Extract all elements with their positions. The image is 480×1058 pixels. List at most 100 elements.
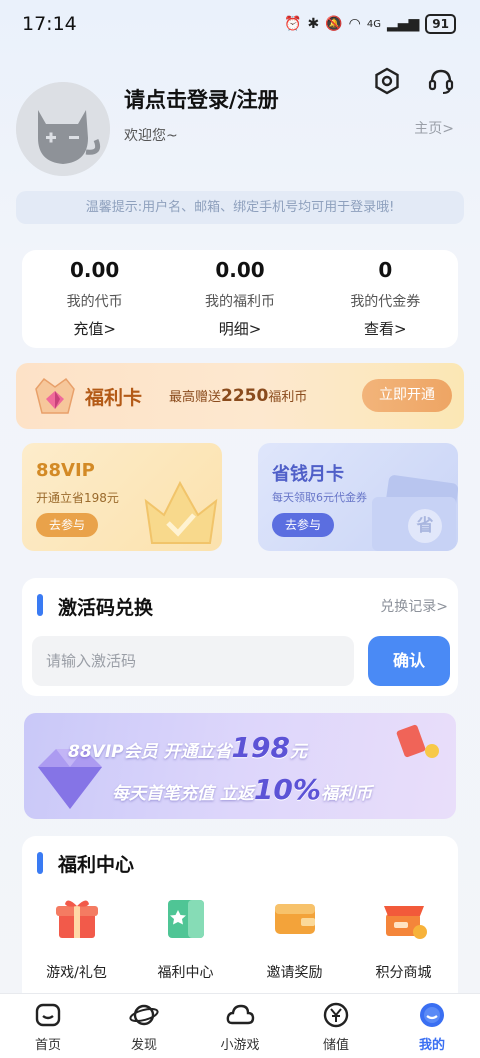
banner-line-vip: 88VIP会员 开通立省198元 <box>68 731 307 764</box>
planet-icon <box>129 1000 159 1030</box>
banner-line2-text: 每天首笔充值 立返 <box>112 784 254 804</box>
vouchers-value: 0 <box>378 258 393 282</box>
banner-line2-number: 10% <box>253 773 321 806</box>
banner-line1-text: 88VIP会员 开通立省 <box>68 742 232 762</box>
yuan-icon <box>321 1000 351 1030</box>
section-accent-bar <box>37 594 43 616</box>
mute-icon: 🔕 <box>325 16 343 32</box>
welfare-coins-value: 0.00 <box>215 258 265 282</box>
wallet-vouchers[interactable]: 0 我的代金券 查看> <box>313 250 458 348</box>
welfare-title: 福利中心 <box>58 854 135 876</box>
login-tip: 温馨提示:用户名、邮箱、绑定手机号均可用于登录哦! <box>16 191 464 224</box>
welfare-item-label: 邀请奖励 <box>266 965 323 981</box>
tab-mini-games[interactable]: 小游戏 <box>192 994 288 1058</box>
book-star-icon <box>167 900 204 938</box>
tokens-label: 我的代币 <box>66 294 123 310</box>
headset-icon <box>428 69 454 94</box>
vip-title: 88VIP <box>36 460 95 481</box>
battery-level: 91 <box>425 14 456 34</box>
section-accent-bar <box>37 852 43 874</box>
shop-icon <box>383 906 427 939</box>
settings-button[interactable] <box>372 66 402 96</box>
month-card-title: 省钱月卡 <box>272 464 344 485</box>
tab-label: 发现 <box>130 1038 157 1053</box>
vip-card[interactable]: 88VIP 开通立省198元 去参与 <box>22 443 222 551</box>
profile-icon <box>417 1000 447 1030</box>
month-card-join-button[interactable]: 去参与 <box>272 513 334 537</box>
welfare-item-label: 积分商城 <box>375 965 432 981</box>
wallet-welfare-coins[interactable]: 0.00 我的福利币 明细> <box>167 250 312 348</box>
alarm-icon: ⏰ <box>284 16 302 32</box>
wallet-tokens[interactable]: 0.00 我的代币 充值> <box>22 250 167 348</box>
details-link[interactable]: 明细> <box>167 318 312 339</box>
redeem-code-section: 激活码兑换 兑换记录> 确认 <box>22 578 458 696</box>
status-icons: ⏰ ✱ 🔕 ◠ 4G ▂▄▆ 91 <box>284 14 456 34</box>
wallet-card: 0.00 我的代币 充值> 0.00 我的福利币 明细> 0 我的代金券 查看> <box>22 250 458 348</box>
welcome-text: 欢迎您~ <box>124 128 178 144</box>
welfare-grid: 游戏/礼包 福利中心 邀请奖励 积分商城 <box>22 894 458 982</box>
welfare-item-points-mall[interactable]: 积分商城 <box>349 894 458 982</box>
banner-line2-unit: 福利币 <box>320 784 372 804</box>
vip-promo-banner[interactable]: 88VIP会员 开通立省198元 每天首笔充值 立返10%福利币 <box>24 713 456 819</box>
welfare-item-games-gifts[interactable]: 游戏/礼包 <box>22 894 131 982</box>
welfare-item-label: 福利中心 <box>157 965 214 981</box>
vip-desc: 开通立省198元 <box>36 491 119 505</box>
diamond-crown-icon <box>35 377 75 414</box>
benefit-desc-prefix: 最高赠送 <box>169 390 222 405</box>
homepage-link[interactable]: 主页> <box>414 118 454 138</box>
card-stack-icon <box>372 475 458 551</box>
benefit-card-desc: 最高赠送2250福利币 <box>169 386 307 406</box>
view-link[interactable]: 查看> <box>313 318 458 339</box>
tab-label: 储值 <box>322 1038 349 1053</box>
cloud-icon <box>225 1000 255 1030</box>
vip-join-button[interactable]: 去参与 <box>36 513 98 537</box>
recharge-link[interactable]: 充值> <box>22 318 167 339</box>
tab-label: 小游戏 <box>220 1038 260 1053</box>
benefit-desc-amount: 2250 <box>221 386 269 406</box>
banner-line1-number: 198 <box>231 731 290 764</box>
welfare-item-welfare-center[interactable]: 福利中心 <box>131 894 240 982</box>
red-envelope-icon <box>396 724 439 758</box>
vouchers-label: 我的代金券 <box>350 294 421 310</box>
cat-avatar-icon <box>16 82 110 176</box>
welfare-item-label: 游戏/礼包 <box>46 965 107 981</box>
welfare-coins-label: 我的福利币 <box>204 294 275 310</box>
redeem-title: 激活码兑换 <box>58 597 154 619</box>
settings-hexagon-icon <box>375 67 399 95</box>
welfare-center-section: 福利中心 游戏/礼包 福利中心 邀请奖励 积分商城 <box>22 836 458 1006</box>
signal-icon: ▂▄▆ <box>386 16 420 32</box>
status-bar: 17:14 ⏰ ✱ 🔕 ◠ 4G ▂▄▆ 91 <box>0 0 480 48</box>
bottom-tab-bar: 首页 发现 小游戏 储值 我的 <box>0 993 480 1058</box>
tokens-value: 0.00 <box>69 258 120 282</box>
tab-home[interactable]: 首页 <box>0 994 96 1058</box>
wallet-icon <box>274 904 315 934</box>
tab-label: 我的 <box>418 1038 445 1053</box>
banner-line-cashback: 每天首笔充值 立返10%福利币 <box>112 773 372 806</box>
tab-discover[interactable]: 发现 <box>96 994 192 1058</box>
avatar[interactable] <box>16 82 110 176</box>
wifi-icon: ◠ <box>348 16 361 32</box>
benefit-desc-suffix: 福利币 <box>268 390 308 405</box>
confirm-button[interactable]: 确认 <box>368 636 450 686</box>
welfare-item-invite-reward[interactable]: 邀请奖励 <box>240 894 349 982</box>
benefit-card-title: 福利卡 <box>85 387 143 409</box>
status-time: 17:14 <box>22 13 77 35</box>
banner-line1-unit: 元 <box>289 742 307 762</box>
tab-label: 首页 <box>34 1038 61 1053</box>
activation-code-input[interactable] <box>32 636 354 686</box>
bluetooth-icon: ✱ <box>307 16 320 32</box>
signal-label: 4G <box>366 18 381 30</box>
saving-month-card[interactable]: 省 省钱月卡 每天领取6元代金券 去参与 <box>258 443 458 551</box>
tab-recharge[interactable]: 储值 <box>288 994 384 1058</box>
save-badge-icon: 省 <box>408 509 442 543</box>
gift-icon <box>55 900 98 938</box>
redeem-history-link[interactable]: 兑换记录> <box>380 596 448 616</box>
home-icon <box>33 1000 63 1030</box>
customer-service-button[interactable] <box>426 66 456 96</box>
crown-icon <box>144 480 218 544</box>
tab-mine[interactable]: 我的 <box>384 994 480 1058</box>
benefit-card-banner[interactable]: 福利卡 最高赠送2250福利币 立即开通 <box>16 363 464 429</box>
login-register-title[interactable]: 请点击登录/注册 <box>124 84 279 114</box>
open-now-button[interactable]: 立即开通 <box>362 379 452 412</box>
month-card-desc: 每天领取6元代金券 <box>272 491 367 504</box>
